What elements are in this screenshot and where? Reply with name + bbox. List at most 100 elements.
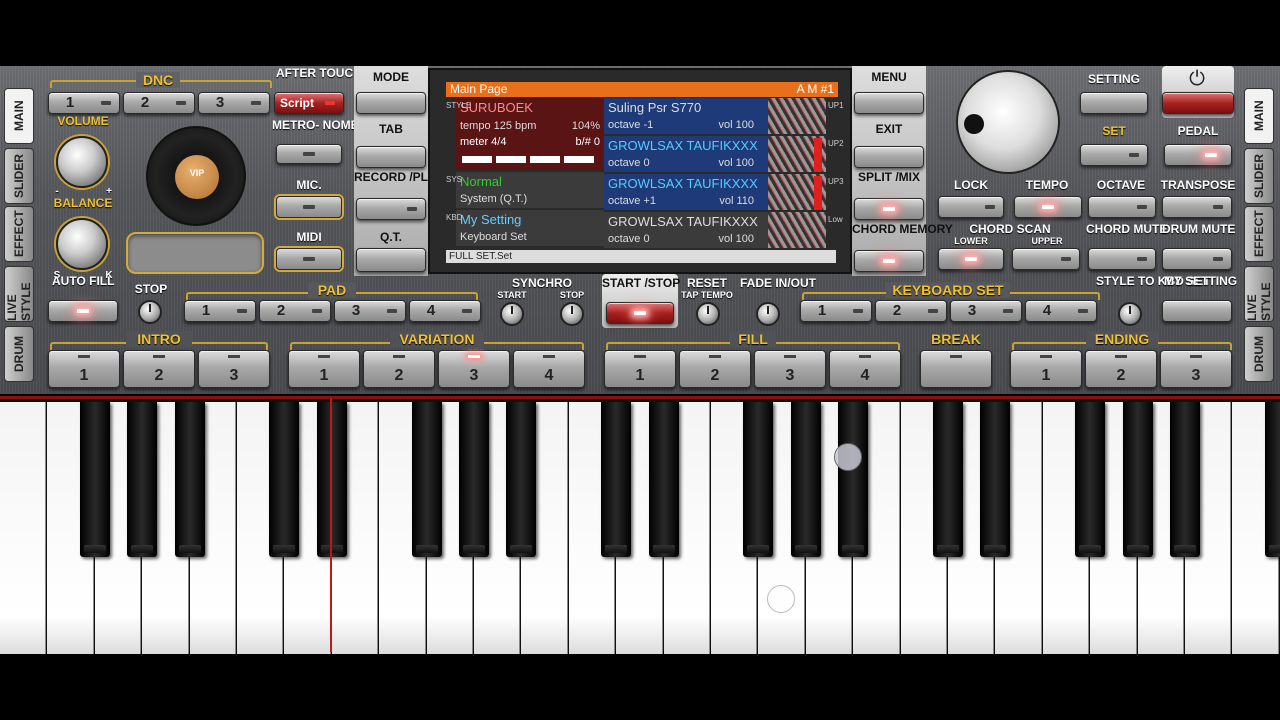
keyboard-set-cell[interactable]: My Setting Keyboard Set: [456, 210, 604, 246]
tab-live-style-right[interactable]: LIVE STYLE: [1244, 266, 1274, 322]
intro-button-2[interactable]: 2: [123, 350, 195, 388]
tab-effect-left[interactable]: EFFECT: [4, 206, 34, 262]
dnc-button-2[interactable]: 2: [123, 92, 195, 114]
dnc-button-1[interactable]: 1: [48, 92, 120, 114]
tab-main-right[interactable]: MAIN: [1244, 88, 1274, 144]
fill-button-4[interactable]: 4: [829, 350, 901, 388]
volume-knob[interactable]: [56, 136, 108, 188]
tab-live-style-left[interactable]: LIVE STYLE: [4, 266, 34, 322]
chord-memory-button[interactable]: [854, 250, 924, 272]
pad-button-2[interactable]: 2: [259, 300, 331, 322]
metronome-button[interactable]: [276, 144, 342, 164]
pad-stop-knob[interactable]: [138, 300, 162, 324]
variation-button-2[interactable]: 2: [363, 350, 435, 388]
variation-button-1[interactable]: 1: [288, 350, 360, 388]
mic-button[interactable]: [276, 196, 342, 218]
ending-button-1[interactable]: 1: [1010, 350, 1082, 388]
midi-button[interactable]: [276, 248, 342, 270]
script-button[interactable]: Script: [274, 92, 344, 114]
record-play-button[interactable]: [356, 198, 426, 220]
exit-button[interactable]: [854, 146, 924, 168]
power-button[interactable]: [1162, 92, 1234, 114]
black-key[interactable]: [506, 402, 537, 557]
keyboard-set-button-1[interactable]: 1: [800, 300, 872, 322]
octave-button[interactable]: [1088, 196, 1156, 218]
black-key[interactable]: [174, 402, 205, 557]
ending-button-3[interactable]: 3: [1160, 350, 1232, 388]
black-key[interactable]: [648, 402, 679, 557]
black-key[interactable]: [459, 402, 489, 557]
upper-2-cell[interactable]: GROWLSAX TAUFIKXXX octave 0 vol 100: [604, 136, 826, 172]
lower-cell[interactable]: GROWLSAX TAUFIKXXX octave 0 vol 100: [604, 212, 826, 248]
tempo-button[interactable]: [1014, 196, 1082, 218]
chord-scan-upper-button[interactable]: [1012, 248, 1080, 270]
black-key[interactable]: [601, 402, 632, 557]
qt-button[interactable]: [356, 248, 426, 272]
piano-keyboard[interactable]: [0, 396, 1280, 654]
data-dial[interactable]: [956, 70, 1060, 174]
keyboard-set-button-4[interactable]: 4: [1025, 300, 1097, 322]
intro-button-3[interactable]: 3: [198, 350, 270, 388]
split-mix-button[interactable]: [854, 198, 924, 220]
black-key[interactable]: [933, 402, 963, 557]
fill-button-3[interactable]: 3: [754, 350, 826, 388]
variation-button-3[interactable]: 3: [438, 350, 510, 388]
lock-button[interactable]: [938, 196, 1004, 218]
keyboard-set-button-3[interactable]: 3: [950, 300, 1022, 322]
white-key[interactable]: [0, 402, 47, 654]
mode-button[interactable]: [356, 92, 426, 114]
black-key[interactable]: [1264, 402, 1280, 557]
turntable-disc[interactable]: VIP: [146, 126, 246, 226]
variation-button-4[interactable]: 4: [513, 350, 585, 388]
black-key[interactable]: [790, 402, 821, 557]
tab-button[interactable]: [356, 146, 426, 168]
black-key[interactable]: [1075, 402, 1106, 557]
menu-button[interactable]: [854, 92, 924, 114]
upper-1-cell[interactable]: Suling Psr S770 octave -1 vol 100: [604, 98, 826, 134]
pad-button-4[interactable]: 4: [409, 300, 481, 322]
fill-button-2[interactable]: 2: [679, 350, 751, 388]
tab-slider-left[interactable]: SLIDER: [4, 148, 34, 204]
touch-pad[interactable]: [126, 232, 264, 274]
dnc-button-3[interactable]: 3: [198, 92, 270, 114]
set-button[interactable]: [1080, 144, 1148, 166]
reset-knob[interactable]: [696, 302, 720, 326]
style-to-kbd-knob[interactable]: [1118, 302, 1142, 326]
fill-button-1[interactable]: 1: [604, 350, 676, 388]
black-key[interactable]: [980, 402, 1011, 557]
ending-button-2[interactable]: 2: [1085, 350, 1157, 388]
pad-button-1[interactable]: 1: [184, 300, 256, 322]
fade-knob[interactable]: [756, 302, 780, 326]
synchro-start-knob[interactable]: [500, 302, 524, 326]
pad-button-3[interactable]: 3: [334, 300, 406, 322]
auto-fill-button[interactable]: [48, 300, 118, 322]
balance-knob[interactable]: [56, 218, 108, 270]
tab-slider-right[interactable]: SLIDER: [1244, 148, 1274, 204]
black-key[interactable]: [269, 402, 300, 557]
upper-3-cell[interactable]: GROWLSAX TAUFIKXXX octave +1 vol 110: [604, 174, 826, 210]
pedal-button[interactable]: [1164, 144, 1232, 166]
black-key[interactable]: [1170, 402, 1200, 557]
synchro-stop-knob[interactable]: [560, 302, 584, 326]
black-key[interactable]: [127, 402, 158, 557]
black-key[interactable]: [79, 402, 110, 557]
system-cell[interactable]: Normal System (Q.T.): [456, 172, 604, 208]
setting-button[interactable]: [1080, 92, 1148, 114]
tab-drum-right[interactable]: DRUM: [1244, 326, 1274, 382]
tab-effect-right[interactable]: EFFECT: [1244, 206, 1274, 262]
black-key[interactable]: [1122, 402, 1153, 557]
style-cell[interactable]: SURUBOEK tempo 125 bpm 104% meter 4/4 b/…: [456, 98, 604, 170]
tab-main-left[interactable]: MAIN: [4, 88, 34, 144]
start-stop-button[interactable]: [606, 302, 674, 324]
break-button[interactable]: [920, 350, 992, 388]
my-setting-button[interactable]: [1162, 300, 1232, 322]
black-key[interactable]: [411, 402, 442, 557]
black-key[interactable]: [838, 402, 869, 557]
chord-scan-lower-button[interactable]: [938, 248, 1004, 270]
chord-mute-button[interactable]: [1088, 248, 1156, 270]
drum-mute-button[interactable]: [1162, 248, 1232, 270]
keyboard-set-button-2[interactable]: 2: [875, 300, 947, 322]
black-key[interactable]: [743, 402, 774, 557]
tab-drum-left[interactable]: DRUM: [4, 326, 34, 382]
intro-button-1[interactable]: 1: [48, 350, 120, 388]
